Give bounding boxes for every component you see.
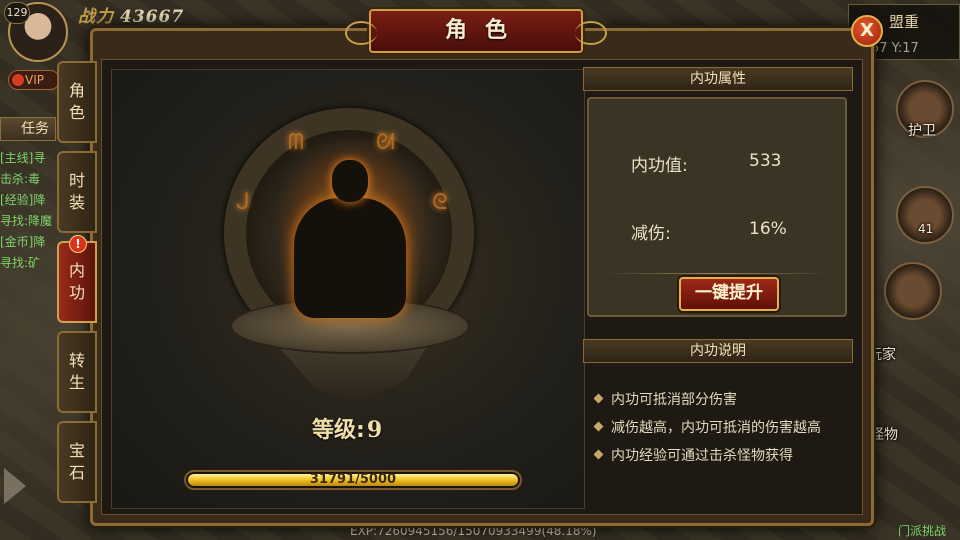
tab-label: 内 xyxy=(68,261,85,280)
task-text: 矿 xyxy=(28,256,41,270)
diamond-bullet-icon xyxy=(593,393,604,404)
desc-panel: 内功可抵消部分伤害 减伤越高，内功可抵消的伤害越高 内功经验可通过击杀怪物获得 xyxy=(587,365,849,511)
dialog-title-plate: 角色 xyxy=(345,9,607,53)
exp-text: EXP:7260945156/15070933499(48.18%) xyxy=(350,524,597,538)
sect-challenge-link[interactable]: 门派挑战 xyxy=(898,522,946,539)
task-tag: [经验] xyxy=(0,193,34,207)
tab-inner-power[interactable]: ! 内 功 xyxy=(57,235,97,323)
level-value: 9 xyxy=(366,417,383,443)
task-list[interactable]: [主线]寻 击杀:毒 [经验]降 寻找:降魔 [金币]降 寻找:矿 xyxy=(0,148,58,274)
meditating-figure-head xyxy=(332,160,368,202)
task-text: 降 xyxy=(33,193,46,207)
combat-power-value: 43667 xyxy=(120,7,185,27)
alert-icon: ! xyxy=(69,235,87,253)
dialog-title: 角色 xyxy=(444,18,525,43)
monster-target-label[interactable]: 怪物 xyxy=(870,424,898,444)
tab-label: 时 xyxy=(68,171,85,190)
desc-item: 内功可抵消部分伤害 xyxy=(593,389,737,409)
task-text: 寻 xyxy=(33,151,46,165)
diamond-bullet-icon xyxy=(593,421,604,432)
desc-header: 内功说明 xyxy=(583,339,853,363)
task-tag: 寻找: xyxy=(0,256,29,270)
divider xyxy=(603,273,831,274)
attack-icon[interactable] xyxy=(884,262,942,320)
close-button[interactable]: X xyxy=(851,15,883,47)
task-text: 降魔 xyxy=(28,214,53,228)
task-item[interactable]: [经验]降 xyxy=(0,190,58,211)
upgrade-button[interactable]: 一键提升 xyxy=(679,277,779,311)
attr-value: 16% xyxy=(749,219,787,239)
tab-label: 色 xyxy=(68,103,85,122)
task-tag: 击杀: xyxy=(0,172,29,186)
character-dialog: 角色 X 角 色 时 装 ! 内 功 转 生 宝 石 ᗰ ᘛ ᒍ ᘓ 等级:9 xyxy=(57,9,883,526)
tab-rebirth[interactable]: 转 生 xyxy=(57,331,97,413)
task-text: 降 xyxy=(33,235,46,249)
rune-icon: ᘛ xyxy=(376,130,395,155)
rune-icon: ᗰ xyxy=(288,130,304,155)
attr-value: 533 xyxy=(749,151,782,171)
task-item[interactable]: 寻找:矿 xyxy=(0,253,58,274)
exp-progress-text: 31791/5000 xyxy=(309,472,397,487)
tab-label: 装 xyxy=(68,193,85,212)
inner-power-display: ᗰ ᘛ ᒍ ᘓ 等级:9 31791/5000 xyxy=(111,69,585,509)
vip-badge[interactable]: VIP xyxy=(8,70,60,90)
skill-count: 41 xyxy=(918,222,934,236)
task-item[interactable]: 击杀:毒 xyxy=(0,169,58,190)
desc-item: 内功经验可通过击杀怪物获得 xyxy=(593,445,793,465)
arrow-left-icon[interactable] xyxy=(4,468,26,504)
tab-gem[interactable]: 宝 石 xyxy=(57,421,97,503)
tab-fashion[interactable]: 时 装 xyxy=(57,151,97,233)
tab-label: 生 xyxy=(68,373,85,392)
rune-icon: ᒍ xyxy=(236,190,250,215)
desc-text: 内功可抵消部分伤害 xyxy=(611,392,737,408)
attr-key: 内功值: xyxy=(631,156,688,176)
desc-item: 减伤越高，内功可抵消的伤害越高 xyxy=(593,417,821,437)
desc-text: 内功经验可通过击杀怪物获得 xyxy=(611,448,793,464)
task-tag: 寻找: xyxy=(0,214,29,228)
tab-character[interactable]: 角 色 xyxy=(57,61,97,143)
tab-label: 功 xyxy=(68,283,85,302)
attr-header: 内功属性 xyxy=(583,67,853,91)
tab-label: 角 xyxy=(68,81,85,100)
tab-label: 石 xyxy=(68,463,85,482)
task-text: 毒 xyxy=(28,172,41,186)
guard-label: 护卫 xyxy=(908,123,936,139)
inner-power-level: 等级:9 xyxy=(312,412,382,444)
attr-panel: 内功值: 533 减伤: 16% 一键提升 xyxy=(587,97,847,317)
tab-label: 转 xyxy=(68,351,85,370)
player-level-badge: 129 xyxy=(4,2,30,24)
task-tab[interactable]: 任务 xyxy=(0,117,56,141)
rune-icon: ᘓ xyxy=(432,190,448,215)
task-tag: [金币] xyxy=(0,235,34,249)
task-item[interactable]: [主线]寻 xyxy=(0,148,58,169)
meditating-figure xyxy=(294,198,406,318)
combat-power-label: 战力 xyxy=(78,7,114,27)
map-coords: 57 Y:17 xyxy=(871,41,919,56)
exp-progress-bar: 31791/5000 xyxy=(184,470,522,490)
map-name: 盟重 xyxy=(889,13,920,31)
task-tag: [主线] xyxy=(0,151,34,165)
desc-text: 减伤越高，内功可抵消的伤害越高 xyxy=(611,420,821,436)
attr-key: 减伤: xyxy=(631,224,671,244)
tab-label: 宝 xyxy=(68,441,85,460)
diamond-bullet-icon xyxy=(593,449,604,460)
task-item[interactable]: [金币]降 xyxy=(0,232,58,253)
task-item[interactable]: 寻找:降魔 xyxy=(0,211,58,232)
combat-power: 战力 43667 xyxy=(78,2,228,27)
level-label: 等级: xyxy=(312,418,365,443)
